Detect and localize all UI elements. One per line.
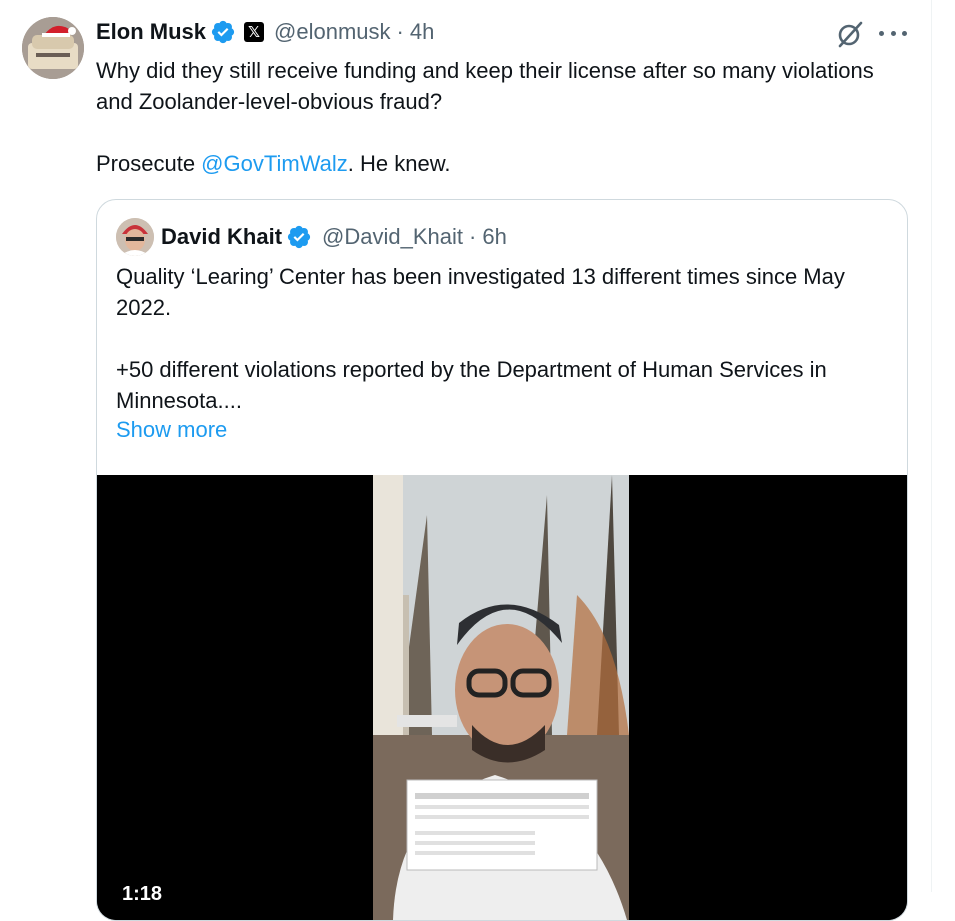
tweet-text-line1: Why did they still receive funding and k… [96,58,880,114]
author-avatar[interactable] [22,17,84,79]
video-frame [97,475,907,920]
author-handle[interactable]: @elonmusk [274,19,391,45]
quoted-tweet-timestamp[interactable]: 6h [482,224,506,250]
quoted-author-handle[interactable]: @David_Khait [322,224,463,250]
x-affiliate-icon: 𝕏 [244,22,265,42]
video-player[interactable]: 1:18 [97,475,907,920]
tweet-text: Why did they still receive funding and k… [96,55,886,179]
tweet-text-suffix: . He knew. [347,151,451,176]
quoted-tweet-text: Quality ‘Learing’ Center has been invest… [116,264,845,413]
quoted-header-separator: · [469,224,477,249]
timeline-border [931,0,932,892]
quoted-tweet-card[interactable]: David Khait @David_Khait · 6h Quality ‘L… [96,199,908,921]
grok-icon[interactable] [834,18,866,50]
more-icon[interactable] [879,22,907,44]
tweet-header: Elon Musk 𝕏 @elonmusk · 4h [96,17,434,47]
tweet-timestamp[interactable]: 4h [410,19,434,45]
quoted-author-avatar[interactable] [116,218,154,256]
quoted-verified-badge-icon [286,224,312,250]
video-duration: 1:18 [122,883,163,905]
quoted-author-name[interactable]: David Khait [161,224,282,250]
quoted-tweet-header: David Khait @David_Khait · 6h [161,222,507,252]
show-more-link[interactable]: Show more [116,417,227,443]
header-separator: · [396,19,404,44]
author-name[interactable]: Elon Musk [96,19,206,45]
tweet-text-prefix: Prosecute [96,151,202,176]
mention-link[interactable]: @GovTimWalz [201,151,348,176]
verified-badge-icon [210,19,236,45]
